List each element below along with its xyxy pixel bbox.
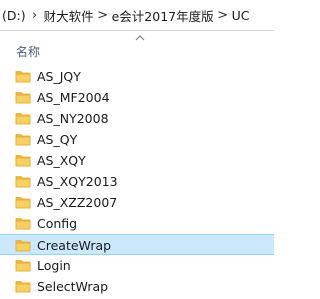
- list-item-label: AS_NY2008: [37, 111, 109, 126]
- breadcrumb-separator-icon[interactable]: >: [216, 8, 230, 23]
- list-item-label: CreateWrap: [37, 238, 112, 253]
- folder-icon: [15, 71, 31, 83]
- list-item[interactable]: AS_JQY: [0, 66, 274, 87]
- list-item-label: AS_JQY: [37, 69, 81, 84]
- folder-icon: [15, 92, 31, 104]
- list-item[interactable]: AS_QY: [0, 129, 274, 150]
- breadcrumb-item-uc[interactable]: UC: [230, 8, 252, 23]
- list-item[interactable]: AS_MF2004: [0, 87, 274, 108]
- list-item[interactable]: Config: [0, 213, 274, 234]
- list-item[interactable]: SelectWrap: [0, 276, 274, 297]
- file-list: AS_JQY AS_MF2004 AS_NY2008 AS_QY AS_XQY AS_XQ…: [0, 66, 274, 297]
- folder-icon: [15, 240, 31, 252]
- folder-icon: [15, 134, 31, 146]
- list-item[interactable]: AS_NY2008: [0, 108, 274, 129]
- breadcrumb-drive[interactable]: (D:): [0, 8, 28, 23]
- breadcrumb-item-version[interactable]: e会计2017年度版: [110, 6, 216, 25]
- folder-icon: [15, 155, 31, 167]
- folder-icon: [15, 281, 31, 293]
- breadcrumb-separator-icon[interactable]: >: [96, 8, 110, 23]
- list-item-label: AS_MF2004: [37, 90, 110, 105]
- list-item[interactable]: Login: [0, 255, 274, 276]
- name-column-header[interactable]: 名称: [16, 43, 40, 60]
- breadcrumb-separator-icon[interactable]: ›: [28, 8, 42, 23]
- chevron-up-icon: [135, 35, 145, 41]
- list-item[interactable]: AS_XZZ2007: [0, 192, 274, 213]
- list-item[interactable]: AS_XQY2013: [0, 171, 274, 192]
- list-item-label: Config: [37, 216, 78, 231]
- column-header[interactable]: 名称: [0, 31, 274, 61]
- address-bar[interactable]: (D:) › 财大软件 > e会计2017年度版 > UC: [0, 0, 274, 31]
- list-item-label: AS_XQY2013: [37, 174, 118, 189]
- list-item-label: AS_XQY: [37, 153, 86, 168]
- folder-icon: [15, 113, 31, 125]
- list-item-label: AS_XZZ2007: [37, 195, 118, 210]
- folder-icon: [15, 260, 31, 272]
- list-item[interactable]: CreateWrap: [0, 234, 274, 255]
- folder-icon: [15, 176, 31, 188]
- folder-icon: [15, 197, 31, 209]
- list-item-label: AS_QY: [37, 132, 78, 147]
- breadcrumb-item-software[interactable]: 财大软件: [42, 6, 96, 25]
- list-item-label: SelectWrap: [37, 279, 109, 294]
- list-item-label: Login: [37, 258, 71, 273]
- list-item[interactable]: AS_XQY: [0, 150, 274, 171]
- folder-icon: [15, 218, 31, 230]
